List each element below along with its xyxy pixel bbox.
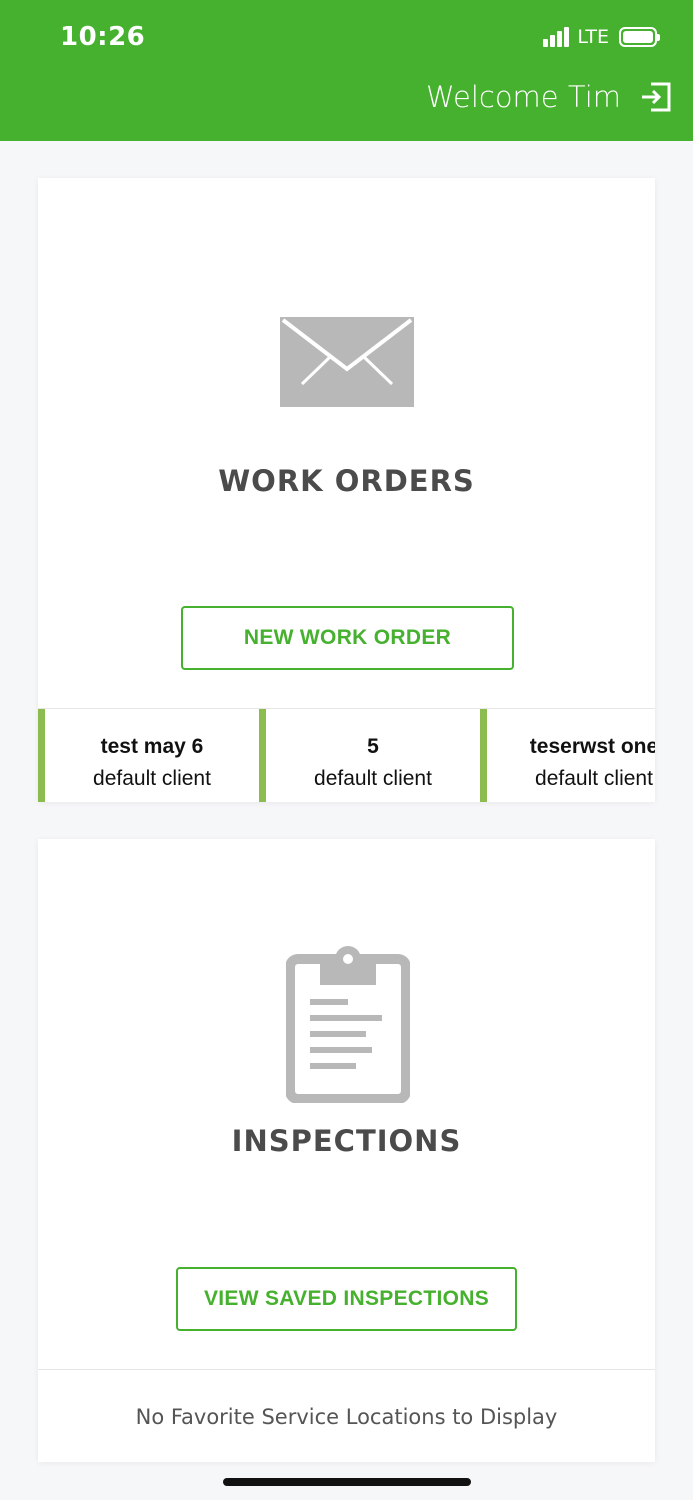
status-indicators: LTE bbox=[543, 26, 660, 48]
network-type: LTE bbox=[577, 26, 609, 48]
favorites-empty-message: No Favorite Service Locations to Display bbox=[38, 1369, 655, 1462]
envelope-icon bbox=[280, 317, 414, 407]
signal-icon bbox=[543, 27, 571, 47]
work-order-client: default client bbox=[535, 767, 653, 790]
work-orders-title: WORK ORDERS bbox=[218, 464, 475, 498]
clipboard-icon bbox=[286, 946, 410, 1103]
work-order-tile[interactable]: test may 6 default client bbox=[38, 709, 259, 802]
logout-icon[interactable] bbox=[639, 80, 673, 114]
work-order-client: default client bbox=[93, 767, 211, 790]
status-time: 10:26 bbox=[60, 22, 146, 52]
new-work-order-button[interactable]: NEW WORK ORDER bbox=[181, 606, 514, 670]
work-order-tile[interactable]: 5 default client bbox=[259, 709, 480, 802]
welcome-text: Welcome Tim bbox=[426, 80, 621, 114]
work-order-tile[interactable]: teserwst one default client bbox=[480, 709, 655, 802]
recent-work-orders: test may 6 default client 5 default clie… bbox=[38, 708, 655, 802]
view-saved-inspections-button[interactable]: VIEW SAVED INSPECTIONS bbox=[176, 1267, 517, 1331]
work-orders-card: WORK ORDERS NEW WORK ORDER test may 6 de… bbox=[38, 178, 655, 802]
app-header: 10:26 LTE Welcome Tim bbox=[0, 0, 693, 141]
work-order-title: 5 bbox=[367, 735, 379, 758]
home-indicator[interactable] bbox=[223, 1478, 471, 1486]
work-order-client: default client bbox=[314, 767, 432, 790]
inspections-card: INSPECTIONS VIEW SAVED INSPECTIONS No Fa… bbox=[38, 839, 655, 1462]
work-order-title: teserwst one bbox=[529, 735, 655, 758]
inspections-title: INSPECTIONS bbox=[231, 1124, 462, 1158]
work-order-title: test may 6 bbox=[100, 735, 204, 758]
battery-icon bbox=[619, 27, 660, 47]
